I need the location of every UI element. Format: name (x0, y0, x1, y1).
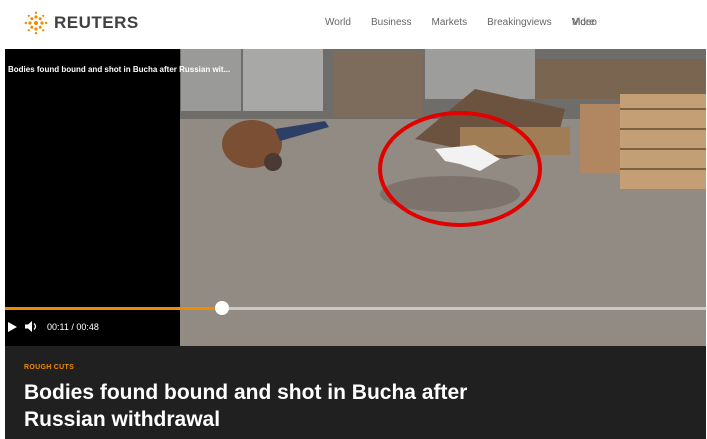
section-kicker[interactable]: ROUGH CUTS (24, 364, 74, 371)
site-header: REUTERS World Business Markets Breakingv… (0, 0, 707, 46)
volume-icon[interactable] (25, 321, 39, 332)
player-controls: 00:11 / 00:48 (8, 321, 99, 332)
reuters-logo[interactable]: REUTERS (24, 11, 139, 35)
reuters-logo-icon (24, 11, 48, 35)
video-player[interactable]: Bodies found bound and shot in Bucha aft… (5, 49, 706, 346)
article-headline: Bodies found bound and shot in Bucha aft… (24, 381, 468, 431)
progress-fill (5, 307, 223, 310)
video-title: Bodies found bound and shot in Bucha aft… (8, 65, 231, 74)
play-icon[interactable] (8, 321, 17, 332)
nav-item-breakingviews[interactable]: Breakingviews (487, 17, 551, 28)
article-caption: ROUGH CUTS Bodies found bound and shot i… (5, 346, 706, 439)
main-nav: World Business Markets Breakingviews Vid… (325, 17, 597, 28)
brick-stack (333, 51, 423, 117)
brand-name: REUTERS (54, 13, 139, 32)
nav-item-world[interactable]: World (325, 17, 351, 28)
progress-bar[interactable] (5, 307, 706, 310)
time-display: 00:11 / 00:48 (47, 321, 99, 332)
video-frame (5, 49, 706, 346)
nav-item-more[interactable]: More (572, 17, 595, 28)
nav-item-markets[interactable]: Markets (432, 17, 468, 28)
nav-item-business[interactable]: Business (371, 17, 412, 28)
